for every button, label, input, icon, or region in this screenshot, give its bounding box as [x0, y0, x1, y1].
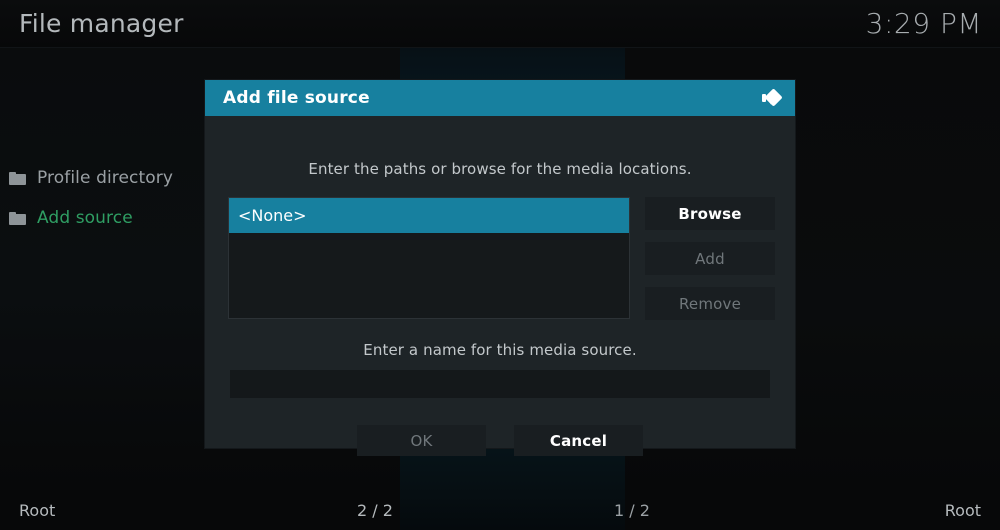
dialog-header: Add file source	[205, 80, 795, 116]
folder-icon	[9, 212, 26, 225]
path-list[interactable]: <None>	[228, 197, 630, 319]
paths-hint-label: Enter the paths or browse for the media …	[205, 160, 795, 178]
ok-button[interactable]: OK	[357, 425, 486, 456]
clock: 3:29 PM	[866, 7, 982, 40]
remove-button[interactable]: Remove	[645, 287, 775, 320]
top-bar: File manager 3:29 PM	[0, 0, 1000, 48]
folder-icon	[9, 172, 26, 185]
path-list-item[interactable]: <None>	[229, 198, 629, 233]
name-hint-label: Enter a name for this media source.	[205, 341, 795, 359]
status-left-path: Root	[19, 501, 55, 520]
path-action-buttons: Browse Add Remove	[645, 197, 775, 320]
cancel-button[interactable]: Cancel	[514, 425, 643, 456]
list-item-label: Add source	[37, 208, 133, 228]
status-right-count: 1 / 2	[614, 501, 650, 520]
source-name-input[interactable]	[230, 370, 770, 398]
add-file-source-dialog: Add file source Enter the paths or brows…	[205, 80, 795, 448]
dialog-title: Add file source	[223, 88, 370, 108]
kodi-logo-icon	[759, 85, 785, 111]
add-button[interactable]: Add	[645, 242, 775, 275]
list-item-label: Profile directory	[37, 168, 173, 188]
status-right-path: Root	[945, 501, 981, 520]
page-title: File manager	[19, 9, 184, 38]
dialog-footer: OK Cancel	[205, 425, 795, 456]
status-left-count: 2 / 2	[357, 501, 393, 520]
browse-button[interactable]: Browse	[645, 197, 775, 230]
status-bar: Root 2 / 2 1 / 2 Root	[0, 490, 1000, 530]
app-root: File manager 3:29 PM Profile directory A…	[0, 0, 1000, 530]
dialog-body: Enter the paths or browse for the media …	[205, 116, 795, 448]
